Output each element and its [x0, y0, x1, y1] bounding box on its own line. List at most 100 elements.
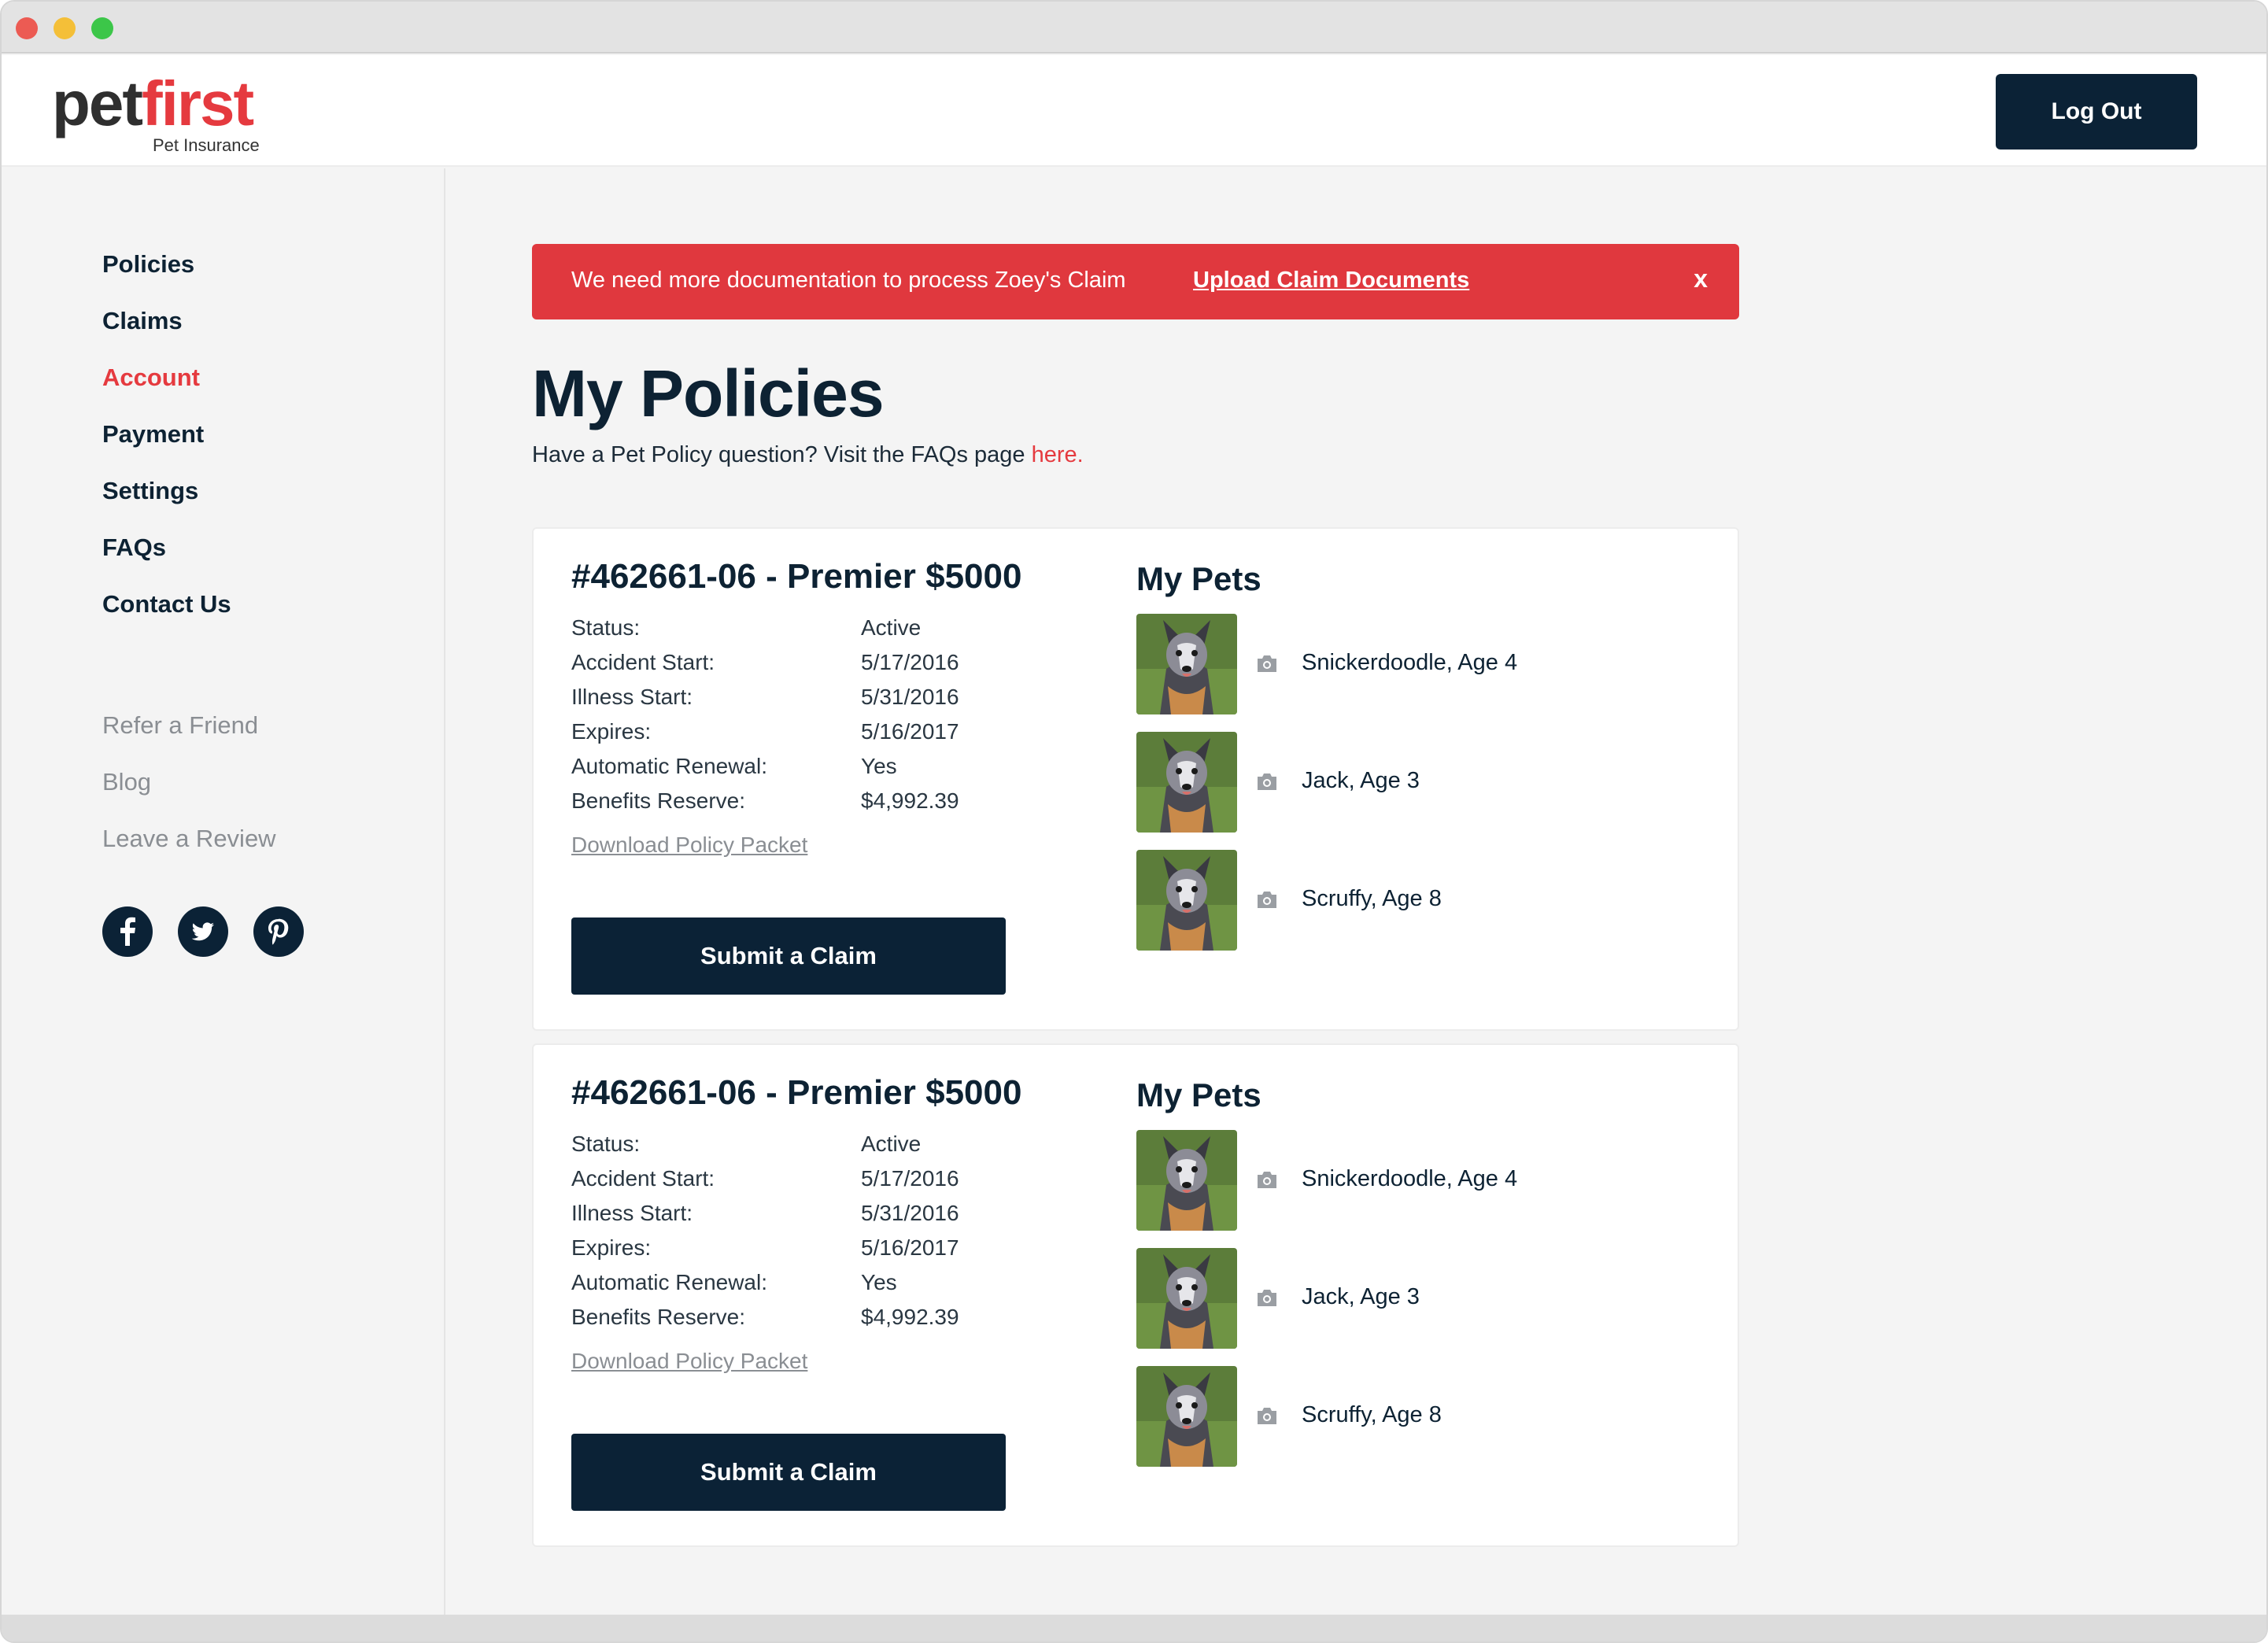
pet-item: Jack, Age 3 — [1136, 732, 1687, 833]
dog-photo[interactable] — [1136, 850, 1237, 951]
sidebar-item-leave-a-review[interactable]: Leave a Review — [102, 810, 276, 867]
policy-title: #462661-06 - Premier $5000 — [571, 1073, 1022, 1112]
twitter-icon[interactable] — [178, 906, 228, 957]
page-subtitle: Have a Pet Policy question? Visit the FA… — [532, 442, 1084, 468]
facebook-icon[interactable] — [102, 906, 153, 957]
site-header: petfirst Pet Insurance Log Out — [2, 55, 2266, 167]
sidebar-item-payment[interactable]: Payment — [102, 406, 231, 463]
sidebar: Policies Claims Account Payment Settings… — [2, 168, 445, 1616]
expires-label: Expires: — [571, 1235, 652, 1260]
benefits-reserve-value: $4,992.39 — [861, 1305, 959, 1329]
sidebar-item-refer-a-friend[interactable]: Refer a Friend — [102, 697, 276, 754]
pet-item: Jack, Age 3 — [1136, 1248, 1687, 1349]
browser-window: petfirst Pet Insurance Log Out Policies … — [0, 0, 2268, 1643]
status-value: Active — [861, 615, 922, 640]
pet-item: Scruffy, Age 8 — [1136, 850, 1687, 951]
pet-name: Jack, Age 3 — [1302, 768, 1420, 793]
sidebar-item-settings[interactable]: Settings — [102, 463, 231, 519]
policy-detail-row: Expires: 5/16/2017 — [571, 1231, 1044, 1265]
policy-detail-row: Illness Start: 5/31/2016 — [571, 1196, 1044, 1231]
sidebar-item-faqs[interactable]: FAQs — [102, 519, 231, 576]
policy-detail-row: Automatic Renewal: Yes — [571, 749, 1044, 784]
page-title: My Policies — [532, 356, 885, 430]
accident-start-label: Accident Start: — [571, 1166, 715, 1191]
camera-icon[interactable] — [1254, 653, 1280, 675]
submit-claim-button[interactable]: Submit a Claim — [571, 1434, 1006, 1511]
policy-detail-row: Illness Start: 5/31/2016 — [571, 680, 1044, 714]
window-bottom-bar — [2, 1615, 2266, 1641]
benefits-reserve-label: Benefits Reserve: — [571, 1305, 745, 1329]
camera-icon[interactable] — [1254, 771, 1280, 793]
expires-value: 5/16/2017 — [861, 1235, 959, 1260]
dog-photo[interactable] — [1136, 1248, 1237, 1349]
camera-icon[interactable] — [1254, 1405, 1280, 1427]
submit-claim-button[interactable]: Submit a Claim — [571, 917, 1006, 995]
policy-card: #462661-06 - Premier $5000 Status: Active… — [532, 527, 1739, 1031]
policy-detail-row: Automatic Renewal: Yes — [571, 1265, 1044, 1300]
policy-detail-row: Status: Active — [571, 1127, 1044, 1161]
dog-photo[interactable] — [1136, 614, 1237, 714]
status-value: Active — [861, 1132, 922, 1156]
logo-first-text: first — [142, 68, 254, 138]
benefits-reserve-label: Benefits Reserve: — [571, 788, 745, 813]
sidebar-item-contact-us[interactable]: Contact Us — [102, 576, 231, 633]
logo-tagline: Pet Insurance — [153, 135, 260, 155]
alert-close-button[interactable]: x — [1694, 264, 1708, 294]
logo-pet-text: pet — [52, 68, 143, 138]
automatic-renewal-value: Yes — [861, 754, 897, 778]
policy-detail-row: Accident Start: 5/17/2016 — [571, 1161, 1044, 1196]
faqs-here-link[interactable]: here. — [1032, 442, 1084, 467]
sidebar-item-blog[interactable]: Blog — [102, 754, 276, 810]
pet-name: Jack, Age 3 — [1302, 1284, 1420, 1309]
log-out-button[interactable]: Log Out — [1996, 74, 2197, 150]
camera-icon[interactable] — [1254, 889, 1280, 911]
expires-label: Expires: — [571, 719, 652, 744]
sidebar-item-claims[interactable]: Claims — [102, 293, 231, 349]
main-content: We need more documentation to process Zo… — [447, 168, 2266, 1616]
illness-start-label: Illness Start: — [571, 1201, 693, 1225]
benefits-reserve-value: $4,992.39 — [861, 788, 959, 813]
camera-icon[interactable] — [1254, 1169, 1280, 1191]
accident-start-label: Accident Start: — [571, 650, 715, 674]
pet-item: Snickerdoodle, Age 4 — [1136, 614, 1687, 714]
pet-item: Snickerdoodle, Age 4 — [1136, 1130, 1687, 1231]
window-titlebar — [2, 2, 2266, 54]
sidebar-item-policies[interactable]: Policies — [102, 236, 231, 293]
my-pets-heading: My Pets — [1136, 560, 1261, 597]
page-subtitle-text: Have a Pet Policy question? Visit the FA… — [532, 442, 1032, 467]
sidebar-secondary-nav: Refer a Friend Blog Leave a Review — [102, 697, 276, 867]
policy-details: Status: Active Accident Start: 5/17/2016 I… — [571, 611, 1044, 818]
automatic-renewal-label: Automatic Renewal: — [571, 1270, 768, 1294]
illness-start-label: Illness Start: — [571, 685, 693, 709]
expires-value: 5/16/2017 — [861, 719, 959, 744]
pet-name: Scruffy, Age 8 — [1302, 886, 1442, 911]
dog-photo[interactable] — [1136, 1366, 1237, 1467]
pet-item: Scruffy, Age 8 — [1136, 1366, 1687, 1467]
social-links — [102, 906, 304, 957]
illness-start-value: 5/31/2016 — [861, 685, 959, 709]
policy-detail-row: Status: Active — [571, 611, 1044, 645]
pinterest-icon[interactable] — [253, 906, 304, 957]
sidebar-item-account[interactable]: Account — [102, 349, 231, 406]
pet-name: Snickerdoodle, Age 4 — [1302, 1166, 1518, 1191]
documentation-alert: We need more documentation to process Zo… — [532, 244, 1739, 319]
policy-detail-row: Benefits Reserve: $4,992.39 — [571, 784, 1044, 818]
my-pets-heading: My Pets — [1136, 1076, 1261, 1113]
close-window-button[interactable] — [16, 17, 38, 39]
minimize-window-button[interactable] — [54, 17, 76, 39]
automatic-renewal-value: Yes — [861, 1270, 897, 1294]
upload-claim-documents-link[interactable]: Upload Claim Documents — [1193, 268, 1469, 294]
dog-photo[interactable] — [1136, 732, 1237, 833]
accident-start-value: 5/17/2016 — [861, 650, 959, 674]
policy-details: Status: Active Accident Start: 5/17/2016 I… — [571, 1127, 1044, 1335]
maximize-window-button[interactable] — [91, 17, 113, 39]
petfirst-logo[interactable]: petfirst Pet Insurance — [52, 72, 260, 156]
automatic-renewal-label: Automatic Renewal: — [571, 754, 768, 778]
policy-detail-row: Benefits Reserve: $4,992.39 — [571, 1300, 1044, 1335]
status-label: Status: — [571, 1132, 641, 1156]
dog-photo[interactable] — [1136, 1130, 1237, 1231]
policy-detail-row: Accident Start: 5/17/2016 — [571, 645, 1044, 680]
camera-icon[interactable] — [1254, 1287, 1280, 1309]
download-policy-packet-link[interactable]: Download Policy Packet — [571, 1349, 807, 1374]
download-policy-packet-link[interactable]: Download Policy Packet — [571, 833, 807, 858]
